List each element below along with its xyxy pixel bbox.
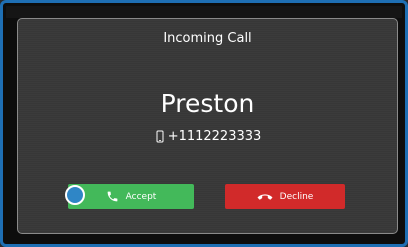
screen-frame: Incoming Call Preston +1112223333 Accept <box>0 0 408 247</box>
focus-indicator <box>65 185 85 205</box>
hang-up-icon <box>257 192 273 202</box>
status-bar <box>6 6 402 18</box>
caller-name: Preston <box>160 89 255 118</box>
decline-label: Decline <box>279 191 314 202</box>
caller-number-row: +1112223333 <box>18 129 397 144</box>
accept-button[interactable]: Accept <box>68 184 194 209</box>
phone-handset-icon <box>106 190 119 203</box>
caller-number: +1112223333 <box>167 129 262 144</box>
mobile-phone-icon <box>154 130 166 144</box>
incoming-call-dialog: Incoming Call Preston +1112223333 Accept <box>17 18 398 234</box>
decline-button[interactable]: Decline <box>225 184 345 209</box>
accept-label: Accept <box>125 191 157 202</box>
dialog-title: Incoming Call <box>163 31 252 46</box>
